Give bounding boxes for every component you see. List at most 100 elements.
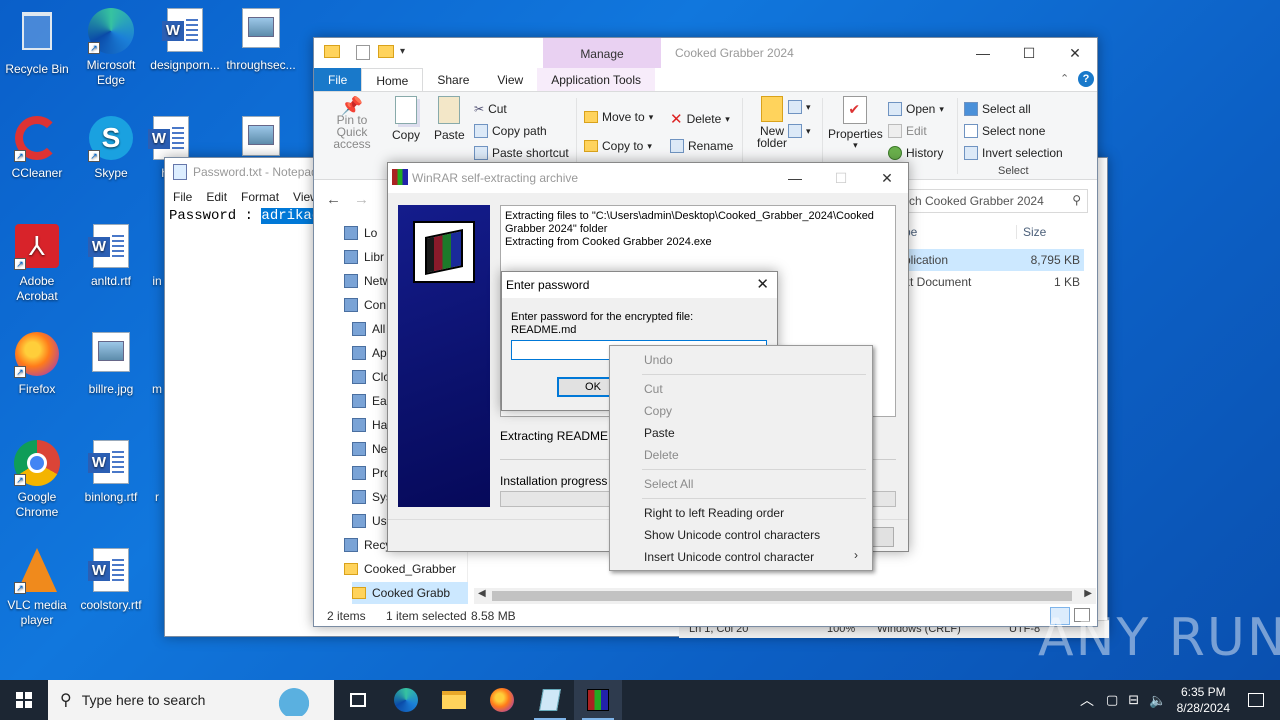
desktop-icon-google-chrome[interactable]: ↗ Google Chrome <box>0 440 74 520</box>
copy-to-button[interactable]: Copy to ▾ <box>584 139 652 153</box>
properties-button[interactable]: ✔ Properties ▾ <box>828 96 883 151</box>
maximize-icon[interactable]: ☐ <box>818 163 864 193</box>
tab-view[interactable]: View <box>483 68 537 91</box>
nav-item[interactable]: Sys <box>352 486 392 508</box>
scroll-left-icon[interactable]: ◀ <box>478 588 486 599</box>
winrar-titlebar[interactable]: WinRAR self-extracting archive — ☐ ✕ <box>388 163 908 193</box>
horizontal-scrollbar[interactable]: ◀ ▶ <box>474 588 1096 604</box>
tab-application-tools[interactable]: Application Tools <box>537 68 656 91</box>
collapse-ribbon-icon[interactable]: ⌃ <box>1060 72 1069 85</box>
table-row[interactable]: xt Document 1 KB <box>898 271 1084 293</box>
nav-item[interactable]: Cooked Grabb <box>352 582 468 604</box>
nav-item[interactable]: All <box>352 318 385 340</box>
forward-arrow-icon[interactable]: → <box>354 191 369 208</box>
minimize-icon[interactable]: — <box>960 38 1006 68</box>
nav-item[interactable]: Ne <box>352 438 387 460</box>
menu-item-rtl-reading-order[interactable]: Right to left Reading order <box>644 506 784 520</box>
taskbar-clock[interactable]: 6:35 PM 8/28/2024 <box>1177 684 1230 716</box>
desktop-icon-binlong-rtf[interactable]: W binlong.rtf <box>74 440 148 505</box>
tray-chevron-up-icon[interactable]: ︿ <box>1080 690 1094 710</box>
nav-item[interactable]: Con <box>344 294 386 316</box>
tray-volume-icon[interactable]: 🔈 <box>1149 692 1166 709</box>
menu-item-undo[interactable]: Undo <box>644 353 673 367</box>
history-button[interactable]: History <box>888 146 943 160</box>
nav-item[interactable]: Ha <box>352 414 387 436</box>
back-arrow-icon[interactable]: ← <box>326 191 341 208</box>
desktop-icon-skype[interactable]: S ↗ Skype <box>74 116 148 181</box>
menu-item-paste[interactable]: Paste <box>644 426 675 440</box>
paste-button[interactable]: Paste <box>434 96 465 142</box>
desktop-icon-firefox[interactable]: ↗ Firefox <box>0 332 74 397</box>
help-icon[interactable]: ? <box>1078 71 1094 87</box>
tab-home[interactable]: Home <box>361 68 424 91</box>
open-button[interactable]: Open ▾ <box>888 102 944 116</box>
tab-share[interactable]: Share <box>423 68 483 91</box>
start-windows-icon[interactable] <box>0 680 48 720</box>
nav-item[interactable]: Recy <box>344 534 391 556</box>
rename-button[interactable]: Rename <box>670 139 733 153</box>
nav-item[interactable]: Pro <box>352 462 391 484</box>
quick-access-dropdown-icon[interactable]: ▾ <box>400 46 405 57</box>
tab-file[interactable]: File <box>314 68 362 91</box>
maximize-icon[interactable]: ☐ <box>1006 38 1052 68</box>
easy-access-icon[interactable]: ▾ <box>788 124 811 138</box>
desktop-icon-edge[interactable]: ↗ Microsoft Edge <box>74 8 148 88</box>
pin-quick-access-button[interactable]: 📌 Pin to Quick access <box>320 97 384 150</box>
desktop-icon-vlc[interactable]: ↗ VLC media player <box>0 548 74 628</box>
scroll-right-icon[interactable]: ▶ <box>1084 588 1092 599</box>
task-view-icon[interactable] <box>334 680 382 720</box>
menu-item-select-all[interactable]: Select All <box>644 477 693 491</box>
notepad-menu-edit[interactable]: Edit <box>206 190 227 204</box>
copy-button[interactable]: Copy <box>392 96 420 142</box>
manage-contextual-tab[interactable]: Manage <box>543 38 661 68</box>
tray-device-icon[interactable]: ▢ <box>1106 692 1118 708</box>
close-icon[interactable]: ✕ <box>756 275 769 293</box>
nav-item[interactable]: Us <box>352 510 387 532</box>
invert-selection-button[interactable]: Invert selection <box>964 146 1063 160</box>
cut-button[interactable]: ✂ Cut <box>474 102 507 116</box>
select-all-button[interactable]: Select all <box>964 102 1031 116</box>
desktop-icon-adobe-acrobat[interactable]: ⅄ ↗ Adobe Acrobat <box>0 224 74 304</box>
menu-item-delete[interactable]: Delete <box>644 448 679 462</box>
menu-item-show-unicode[interactable]: Show Unicode control characters <box>644 528 820 542</box>
close-icon[interactable]: ✕ <box>1052 38 1098 68</box>
taskbar-notepad-icon[interactable] <box>526 680 574 720</box>
desktop-icon-recycle-bin[interactable]: Recycle Bin <box>0 8 74 77</box>
close-icon[interactable]: ✕ <box>864 163 910 193</box>
paste-shortcut-button[interactable]: Paste shortcut <box>474 146 569 160</box>
menu-item-insert-unicode[interactable]: Insert Unicode control character <box>644 550 814 564</box>
scrollbar-thumb[interactable] <box>492 591 1072 601</box>
nav-item[interactable]: Netw <box>344 270 391 292</box>
tray-network-icon[interactable]: ⊟ <box>1128 692 1139 708</box>
delete-button[interactable]: ✕ Delete ▾ <box>670 110 730 128</box>
nav-item[interactable]: Ap <box>352 342 387 364</box>
menu-item-cut[interactable]: Cut <box>644 382 663 396</box>
desktop-icon-ccleaner[interactable]: ↗ CCleaner <box>0 116 74 181</box>
nav-item[interactable]: Libr <box>344 246 384 268</box>
new-folder-quick-icon[interactable] <box>378 45 394 58</box>
move-to-button[interactable]: Move to ▾ <box>584 110 653 124</box>
nav-item[interactable]: Lo <box>344 222 377 244</box>
properties-quick-icon[interactable] <box>356 45 370 60</box>
desktop-icon-coolstory-rtf[interactable]: W coolstory.rtf <box>74 548 148 613</box>
notepad-menu-format[interactable]: Format <box>241 190 279 204</box>
menu-item-copy[interactable]: Copy <box>644 404 672 418</box>
desktop-icon-designporn[interactable]: W designporn... <box>148 8 222 73</box>
notepad-menu-file[interactable]: File <box>173 190 192 204</box>
explorer-titlebar[interactable]: ▾ Manage Cooked Grabber 2024 — ☐ ✕ <box>314 38 1097 68</box>
table-row[interactable]: plication 8,795 KB <box>898 249 1084 271</box>
column-header-size[interactable]: Size <box>1016 225 1096 239</box>
password-dialog-titlebar[interactable]: Enter password ✕ <box>502 272 777 298</box>
nav-item[interactable]: Clo <box>352 366 390 388</box>
search-box[interactable]: rch Cooked Grabber 2024 ⚲ <box>902 189 1088 213</box>
desktop-icon-anltd-rtf[interactable]: W anltd.rtf <box>74 224 148 289</box>
notifications-icon[interactable] <box>1248 693 1264 707</box>
minimize-icon[interactable]: — <box>772 163 818 193</box>
copy-path-button[interactable]: Copy path <box>474 124 547 138</box>
edit-button[interactable]: Edit <box>888 124 927 138</box>
nav-item[interactable]: Cooked_Grabber <box>344 558 456 580</box>
desktop-icon-throughsec[interactable]: throughsec... <box>224 8 298 73</box>
taskbar-file-explorer-icon[interactable] <box>430 680 478 720</box>
taskbar-winrar-icon[interactable] <box>574 680 622 720</box>
new-item-icon[interactable]: ▾ <box>788 100 811 114</box>
